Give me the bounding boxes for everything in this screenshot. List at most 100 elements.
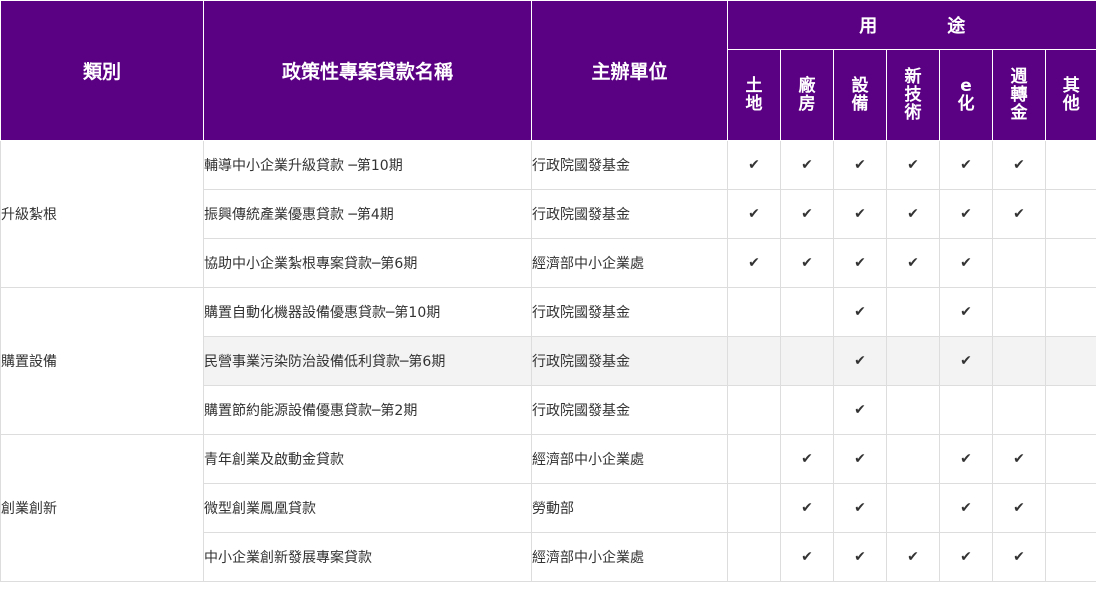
organizer-cell: 行政院國發基金: [531, 336, 728, 386]
organizer-cell: 行政院國發基金: [531, 189, 728, 239]
usage-mark-cell: ✔: [939, 532, 993, 582]
header-usage-char: 他: [1062, 94, 1080, 114]
category-cell: 創業創新: [0, 434, 204, 582]
usage-mark-cell: ✔: [992, 140, 1046, 190]
header-usage-char: 轉: [1010, 85, 1028, 105]
check-icon: ✔: [960, 157, 972, 173]
check-icon: ✔: [960, 255, 972, 271]
usage-mark-cell: ✔: [886, 140, 940, 190]
check-icon: ✔: [801, 206, 813, 222]
header-usage-column: 土地: [727, 49, 781, 141]
usage-mark-cell: ✔: [992, 434, 1046, 484]
check-icon: ✔: [960, 353, 972, 369]
check-icon: ✔: [960, 451, 972, 467]
loan-name-cell: 振興傳統產業優惠貸款 ─第4期: [203, 189, 532, 239]
usage-mark-cell: ✔: [886, 189, 940, 239]
header-category: 類別: [0, 0, 204, 141]
organizer-cell: 經濟部中小企業處: [531, 238, 728, 288]
usage-mark-cell: ✔: [939, 336, 993, 386]
loan-name-cell: 青年創業及啟動金貸款: [203, 434, 532, 484]
check-icon: ✔: [854, 451, 866, 467]
usage-mark-cell: [886, 336, 940, 386]
header-usage-char: 技: [904, 85, 922, 105]
header-usage-char: 房: [798, 94, 816, 114]
usage-mark-cell: [1044, 336, 1096, 386]
header-usage-char: 術: [904, 103, 922, 123]
usage-mark-cell: [780, 385, 834, 435]
usage-mark-cell: ✔: [727, 238, 781, 288]
check-icon: ✔: [960, 549, 972, 565]
organizer-cell: 行政院國發基金: [531, 140, 728, 190]
loan-name-cell: 輔導中小企業升級貸款 ─第10期: [203, 140, 532, 190]
check-icon: ✔: [960, 304, 972, 320]
header-usage-word: 用: [859, 16, 878, 37]
header-loan-name: 政策性專案貸款名稱: [203, 0, 532, 141]
header-usage-column: 設備: [833, 49, 887, 141]
check-icon: ✔: [907, 549, 919, 565]
usage-mark-cell: ✔: [992, 483, 1046, 533]
organizer-cell: 行政院國發基金: [531, 287, 728, 337]
loan-name-cell: 微型創業鳳凰貸款: [203, 483, 532, 533]
usage-mark-cell: [992, 336, 1046, 386]
usage-mark-cell: ✔: [833, 336, 887, 386]
check-icon: ✔: [854, 353, 866, 369]
header-usage-char: e: [960, 76, 972, 96]
header-usage-char: 其: [1062, 76, 1080, 96]
check-icon: ✔: [1013, 451, 1025, 467]
usage-mark-cell: [992, 287, 1046, 337]
check-icon: ✔: [854, 402, 866, 418]
header-usage-char: 新: [904, 67, 922, 87]
header-usage-column: e化: [939, 49, 993, 141]
check-icon: ✔: [801, 500, 813, 516]
header-usage-char: 週: [1010, 67, 1028, 87]
usage-mark-cell: ✔: [992, 532, 1046, 582]
usage-mark-cell: ✔: [939, 483, 993, 533]
usage-mark-cell: [886, 434, 940, 484]
table-row: 創業創新 青年創業及啟動金貸款 經濟部中小企業處 ✔ ✔ ✔ ✔: [0, 434, 1096, 582]
check-icon: ✔: [854, 255, 866, 271]
usage-mark-cell: [886, 483, 940, 533]
table-row: 升級紮根 輔導中小企業升級貸款 ─第10期 行政院國發基金 ✔ ✔ ✔ ✔ ✔ ✔: [0, 140, 1096, 288]
category-cell: 購置設備: [0, 287, 204, 435]
usage-mark-cell: ✔: [780, 434, 834, 484]
loan-name-cell: 中小企業創新發展專案貸款: [203, 532, 532, 582]
policy-loan-table: 類別 政策性專案貸款名稱 主辦單位 用途 土地廠房設備新技術e化週轉金其他 升級…: [0, 0, 1096, 582]
usage-mark-cell: [727, 336, 781, 386]
header-usage-column: 其他: [1044, 49, 1096, 141]
usage-mark-cell: ✔: [992, 189, 1046, 239]
check-icon: ✔: [960, 206, 972, 222]
check-icon: ✔: [854, 304, 866, 320]
header-usage-column: 週轉金: [992, 49, 1046, 141]
check-icon: ✔: [960, 500, 972, 516]
usage-mark-cell: ✔: [780, 483, 834, 533]
check-icon: ✔: [907, 255, 919, 271]
usage-mark-cell: ✔: [833, 434, 887, 484]
usage-mark-cell: ✔: [833, 385, 887, 435]
usage-mark-cell: [727, 287, 781, 337]
check-icon: ✔: [1013, 549, 1025, 565]
usage-mark-cell: [780, 336, 834, 386]
header-usage-char: 金: [1010, 103, 1028, 123]
usage-mark-cell: ✔: [833, 140, 887, 190]
loan-name-cell: 協助中小企業紮根專案貸款─第6期: [203, 238, 532, 288]
header-usage-column: 廠房: [780, 49, 834, 141]
loan-name-cell: 購置自動化機器設備優惠貸款─第10期: [203, 287, 532, 337]
check-icon: ✔: [801, 451, 813, 467]
check-icon: ✔: [854, 206, 866, 222]
organizer-cell: 經濟部中小企業處: [531, 434, 728, 484]
usage-mark-cell: ✔: [886, 238, 940, 288]
usage-mark-cell: [1044, 238, 1096, 288]
header-organizer: 主辦單位: [531, 0, 728, 141]
usage-mark-cell: ✔: [939, 287, 993, 337]
header-usage-char: 廠: [798, 76, 816, 96]
usage-mark-cell: [992, 238, 1046, 288]
header-usage-char: 地: [745, 94, 763, 114]
usage-mark-cell: ✔: [939, 434, 993, 484]
header-usage-char: 設: [851, 76, 869, 96]
organizer-cell: 行政院國發基金: [531, 385, 728, 435]
usage-mark-cell: ✔: [833, 287, 887, 337]
usage-mark-cell: ✔: [727, 140, 781, 190]
loan-name-cell: 民營事業污染防治設備低利貸款─第6期: [203, 336, 532, 386]
header-usage-char: 化: [957, 94, 975, 114]
table-row: 購置設備 購置自動化機器設備優惠貸款─第10期 行政院國發基金 ✔ ✔: [0, 287, 1096, 435]
